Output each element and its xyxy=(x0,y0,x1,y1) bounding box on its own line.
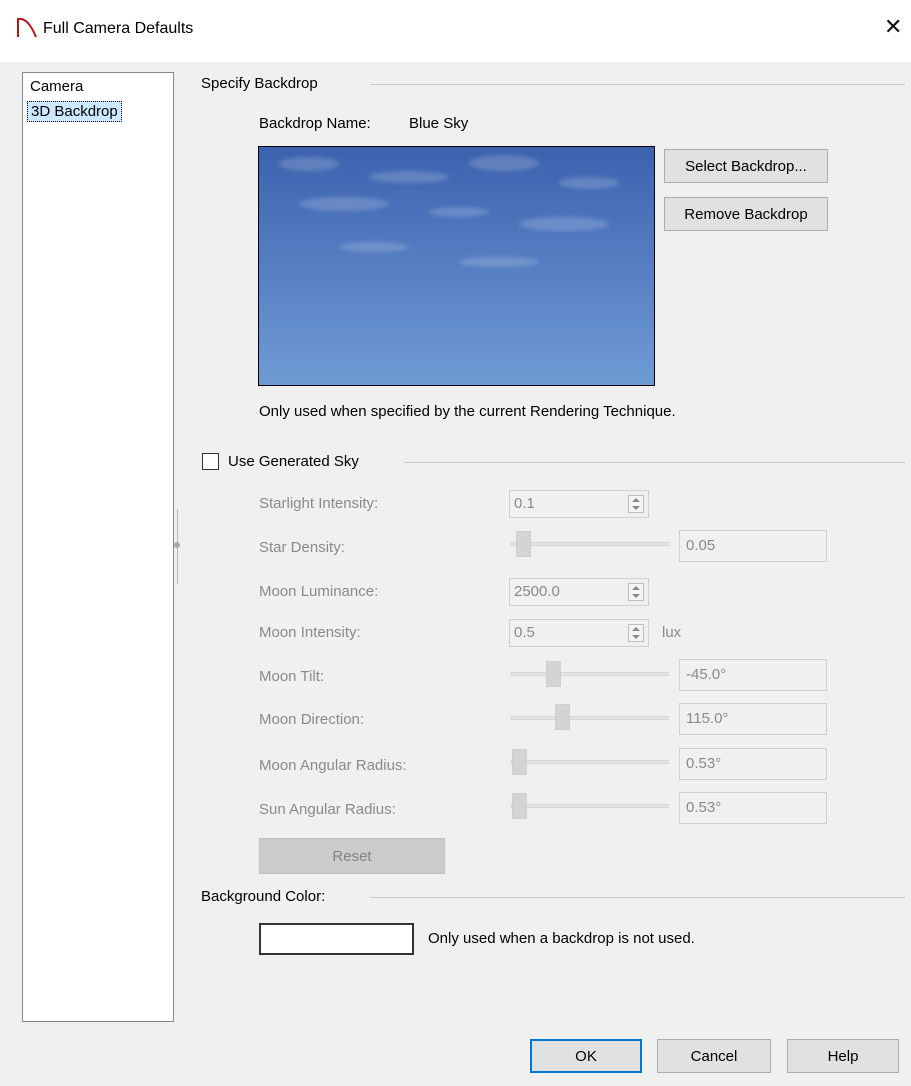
close-icon[interactable]: ✕ xyxy=(884,16,902,38)
sun-angular-radius-value[interactable]: 0.53° xyxy=(679,792,827,824)
background-color-note: Only used when a backdrop is not used. xyxy=(428,930,695,947)
starlight-intensity-input[interactable]: 0.1 xyxy=(509,490,649,518)
moon-direction-label: Moon Direction: xyxy=(259,711,365,728)
spin-buttons[interactable] xyxy=(628,495,644,513)
star-density-thumb[interactable] xyxy=(516,531,531,557)
moon-intensity-input[interactable]: 0.5 xyxy=(509,619,649,647)
window-title: Full Camera Defaults xyxy=(43,20,194,37)
reset-button[interactable]: Reset xyxy=(259,838,445,874)
moon-luminance-input[interactable]: 2500.0 xyxy=(509,578,649,606)
moon-intensity-value: 0.5 xyxy=(514,624,535,641)
group-divider xyxy=(370,84,905,85)
sun-angular-radius-track[interactable] xyxy=(511,804,669,808)
backdrop-preview xyxy=(258,146,655,386)
star-density-track[interactable] xyxy=(511,542,669,546)
moon-direction-track[interactable] xyxy=(511,716,669,720)
specify-backdrop-heading: Specify Backdrop xyxy=(201,75,318,92)
background-color-heading: Background Color: xyxy=(201,888,326,905)
group-divider xyxy=(370,897,905,898)
cancel-button[interactable]: Cancel xyxy=(657,1039,771,1073)
splitter-handle[interactable] xyxy=(174,542,180,548)
moon-direction-value[interactable]: 115.0° xyxy=(679,703,827,735)
starlight-intensity-label: Starlight Intensity: xyxy=(259,495,379,512)
moon-luminance-label: Moon Luminance: xyxy=(259,583,379,600)
help-button[interactable]: Help xyxy=(787,1039,899,1073)
moon-tilt-value[interactable]: -45.0° xyxy=(679,659,827,691)
moon-intensity-unit: lux xyxy=(662,624,682,641)
moon-direction-thumb[interactable] xyxy=(555,704,570,730)
backdrop-note: Only used when specified by the current … xyxy=(259,403,676,420)
nav-item-3d-backdrop[interactable]: 3D Backdrop xyxy=(27,101,122,122)
use-generated-sky-checkbox[interactable] xyxy=(202,453,219,470)
group-divider xyxy=(404,462,905,463)
star-density-label: Star Density: xyxy=(259,539,345,556)
moon-angular-radius-value[interactable]: 0.53° xyxy=(679,748,827,780)
moon-angular-radius-thumb[interactable] xyxy=(512,749,527,775)
moon-tilt-thumb[interactable] xyxy=(546,661,561,687)
moon-angular-radius-label: Moon Angular Radius: xyxy=(259,757,407,774)
ok-button[interactable]: OK xyxy=(530,1039,642,1073)
spin-buttons[interactable] xyxy=(628,624,644,642)
moon-tilt-track[interactable] xyxy=(511,672,669,676)
moon-luminance-value: 2500.0 xyxy=(514,583,560,600)
category-list: Camera 3D Backdrop xyxy=(22,72,174,1022)
sun-angular-radius-label: Sun Angular Radius: xyxy=(259,801,396,818)
moon-tilt-label: Moon Tilt: xyxy=(259,668,325,685)
backdrop-name-value: Blue Sky xyxy=(409,115,469,132)
backdrop-name-label: Backdrop Name: xyxy=(259,115,371,132)
remove-backdrop-button[interactable]: Remove Backdrop xyxy=(664,197,828,231)
starlight-intensity-value: 0.1 xyxy=(514,495,535,512)
moon-angular-radius-track[interactable] xyxy=(511,760,669,764)
nav-item-camera[interactable]: Camera xyxy=(27,77,86,96)
spin-buttons[interactable] xyxy=(628,583,644,601)
moon-intensity-label: Moon Intensity: xyxy=(259,624,361,641)
use-generated-sky-label[interactable]: Use Generated Sky xyxy=(228,453,359,470)
background-color-swatch[interactable] xyxy=(259,923,414,955)
star-density-value[interactable]: 0.05 xyxy=(679,530,827,562)
select-backdrop-button[interactable]: Select Backdrop... xyxy=(664,149,828,183)
app-logo-icon xyxy=(17,17,37,38)
sun-angular-radius-thumb[interactable] xyxy=(512,793,527,819)
